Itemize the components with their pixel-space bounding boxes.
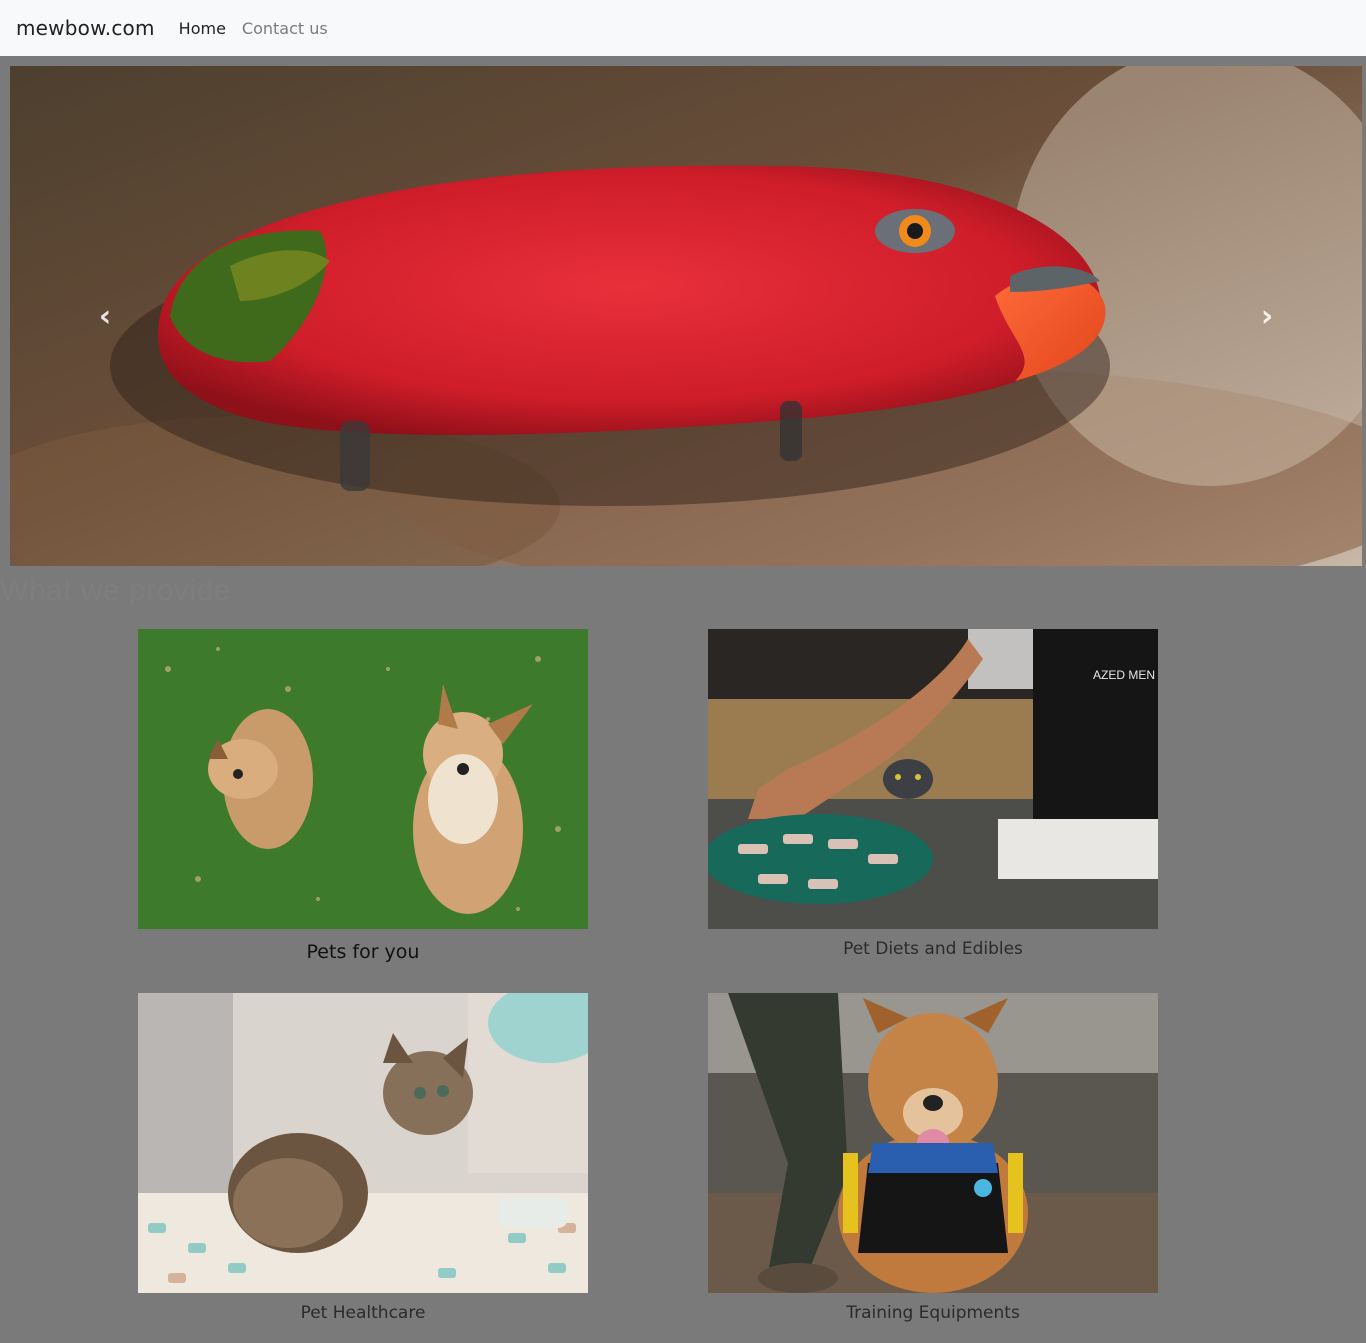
service-card-training[interactable]: Training Equipments xyxy=(708,993,1158,1323)
chevron-left-icon: ‹ xyxy=(98,298,112,334)
dogs-image xyxy=(138,629,588,929)
parrot-image xyxy=(10,66,1362,566)
nav-home-link[interactable]: Home xyxy=(179,19,226,38)
service-card-healthcare[interactable]: Pet Healthcare xyxy=(138,993,588,1323)
svg-text:AZED MEN: AZED MEN xyxy=(1093,668,1155,682)
navbar: mewbow.com Home Contact us xyxy=(0,0,1366,56)
brand-logo[interactable]: mewbow.com xyxy=(16,16,155,40)
pet-food-image: AZED MEN xyxy=(708,629,1158,929)
dog-harness-image xyxy=(708,993,1158,1293)
chevron-right-icon: › xyxy=(1260,298,1274,334)
section-title: What we provide xyxy=(0,574,231,607)
hero-carousel: ‹ › xyxy=(10,66,1362,566)
service-card-pets[interactable]: Pets for you xyxy=(138,629,588,963)
kitten-image xyxy=(138,993,588,1293)
carousel-next-button[interactable]: › xyxy=(1172,66,1362,566)
service-caption: Training Equipments xyxy=(846,1303,1020,1323)
service-caption: Pet Healthcare xyxy=(300,1303,426,1323)
service-card-diets[interactable]: AZED MEN Pet Diets and Edibles xyxy=(708,629,1158,959)
carousel-prev-button[interactable]: ‹ xyxy=(10,66,200,566)
nav-contact-link[interactable]: Contact us xyxy=(242,19,328,38)
service-caption: Pet Diets and Edibles xyxy=(843,939,1023,959)
service-caption: Pets for you xyxy=(306,941,420,963)
